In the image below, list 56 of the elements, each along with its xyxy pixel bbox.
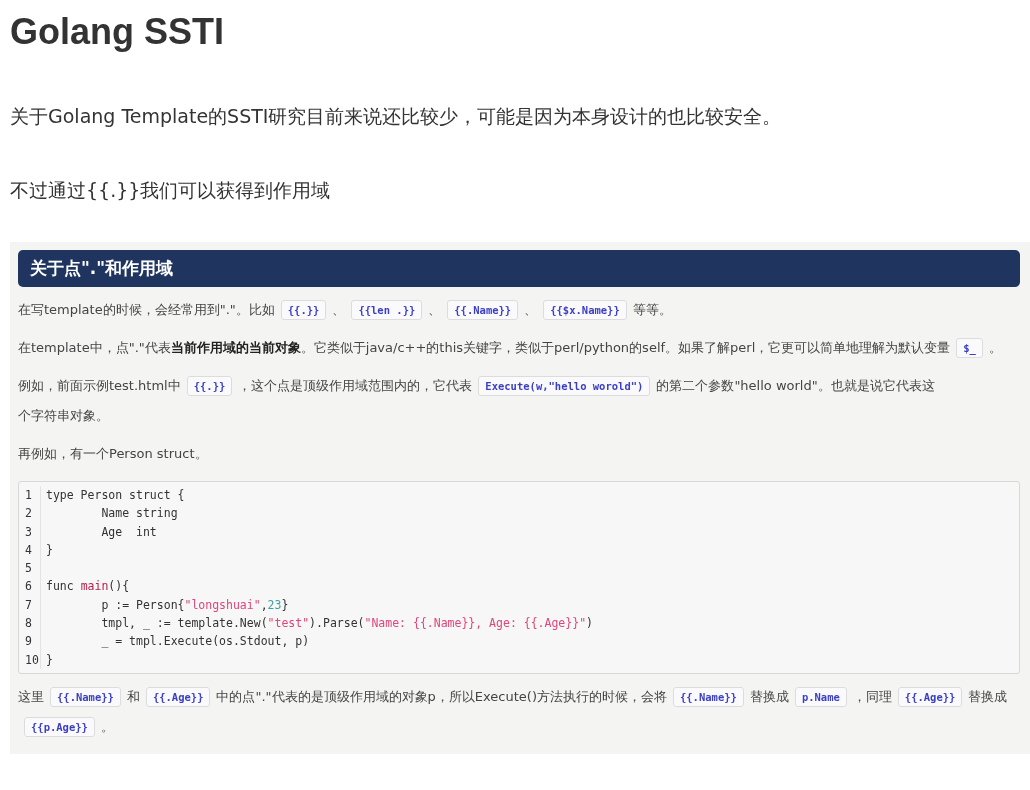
line-number: 2 (19, 504, 41, 523)
inline-code: {{.Age}} (145, 686, 211, 707)
line-number: 3 (19, 522, 41, 541)
paragraph: 不过通过{{.}}我们可以获得到作用域 (10, 178, 332, 203)
paragraph-text: 个字符串对象。 (18, 408, 109, 423)
code-line: tmpl, _ := template.New("test").Parse("Name: {{.Name}}, Age: {{.Age}}") (100, 615, 594, 633)
inline-code: Execute(w,"hello worold") (478, 376, 651, 396)
paragraph-text: 中的点"."代表的是顶级作用域的对象p，所以Execute()方法执行的时候，会将 (216, 688, 667, 704)
code-line: _ = tmpl.Execute(os.Stdout, p) (100, 633, 311, 651)
inline-code: {{p.Age}} (24, 716, 95, 737)
paragraph-text: 。 (988, 340, 1002, 355)
line-number: 5 (19, 559, 41, 578)
inline-code: {{$x.Name}} (543, 300, 627, 320)
inline-code: {{.Name}} (50, 686, 121, 707)
page-title: Golang SSTI (10, 10, 225, 54)
code-line: func main(){ (45, 578, 131, 596)
paragraph-text: 再例如，有一个Person struct。 (18, 446, 208, 461)
paragraph-text: 、 (332, 302, 346, 317)
code-line: Name string (100, 505, 179, 523)
paragraph-text: 和 (126, 688, 140, 704)
inline-code: {{.Age}} (897, 686, 963, 707)
inline-code: {{.}} (280, 300, 327, 320)
line-number: 8 (19, 614, 41, 633)
code-line: } (45, 651, 54, 669)
code-line: } (45, 541, 54, 559)
section-heading: 关于点"."和作用域 (18, 250, 1020, 287)
line-number: 7 (19, 595, 41, 615)
paragraph-text: 量 (937, 340, 951, 355)
paragraph-text: 例如，前面示例test.html中 (18, 378, 181, 393)
inline-code: {{.}} (186, 376, 233, 396)
line-number: 4 (19, 540, 41, 560)
paragraph-text: 等等。 (632, 302, 672, 317)
code-line: type Person struct { (45, 487, 186, 504)
paragraph-text: 。 (100, 718, 114, 734)
paragraph-text: 替换成 (749, 688, 789, 704)
line-number: 6 (19, 577, 41, 596)
paragraph-text: 的第二个参数"hello world"。也就是说它代表这 (656, 378, 935, 393)
inline-code: $_ (956, 338, 983, 358)
paragraph-text: 、 (524, 302, 538, 317)
paragraph-text: 这里 (18, 688, 44, 704)
code-line: p := Person{"longshuai",23} (100, 596, 290, 614)
paragraph-text: 在写template的时候，会经常用到"."。比如 (18, 302, 275, 317)
inline-code: {{.Name}} (672, 686, 744, 707)
paragraph-text: 、 (428, 302, 442, 317)
inline-code: {{.Name}} (447, 300, 519, 320)
code-line: Age int (100, 523, 158, 541)
line-number: 9 (19, 632, 41, 651)
paragraph-text: 在template中，点"."代表当前作用域的当前对象。它类似于java/c++的this关键字，类似于perl/python的self。如果了解perl，它更可以简单地理解为默认变 (18, 340, 938, 355)
paragraph-text: ，同理 (852, 688, 892, 704)
paragraph-text: ，这个点是顶级作用域范围内的，它代表 (238, 378, 473, 393)
inline-code: {{len .}} (351, 300, 423, 320)
line-number: 10 (19, 650, 41, 669)
inline-code: p.Name (794, 686, 847, 707)
line-number: 1 (19, 486, 41, 505)
paragraph-text: 替换成 (968, 688, 1008, 704)
paragraph: 关于Golang Template的SSTI研究目前来说还比较少，可能是因为本身设计的也比较安全。 (10, 104, 783, 129)
